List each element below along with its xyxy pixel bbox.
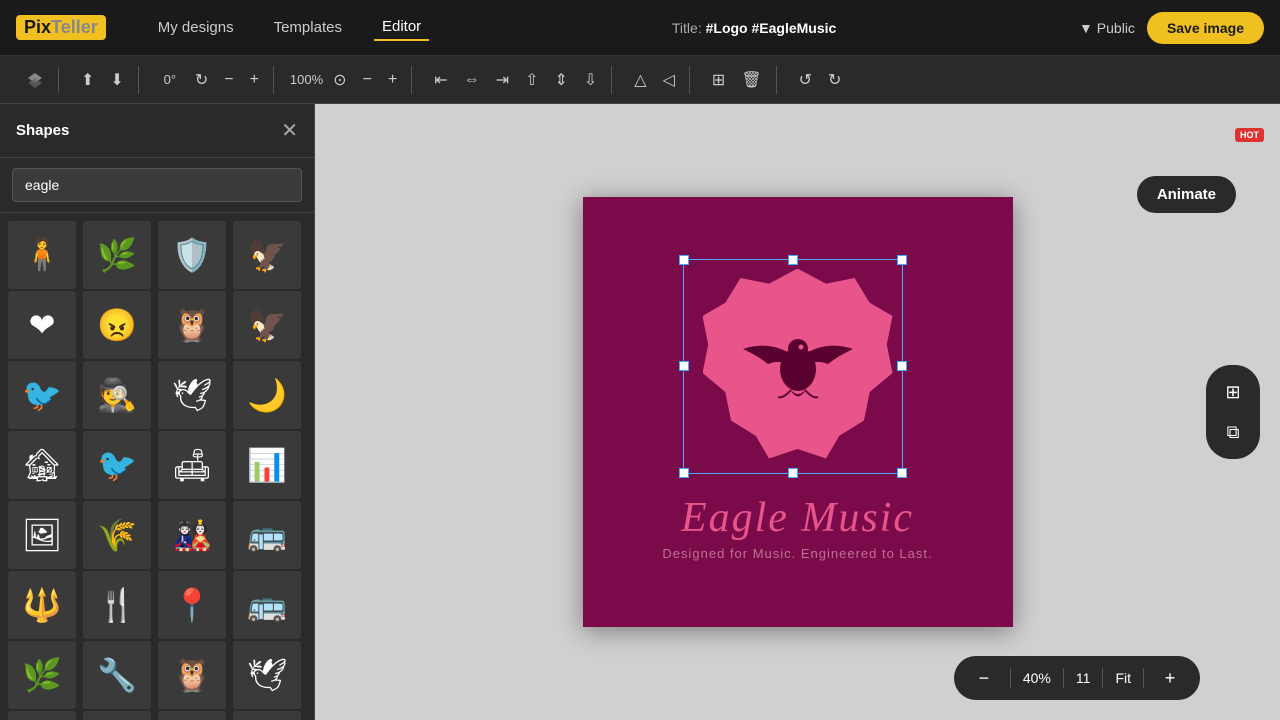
handle-bl[interactable] [679, 468, 689, 478]
shape-item-tool[interactable]: 🔧 [83, 641, 151, 709]
zoom-in-button[interactable]: + [1156, 664, 1184, 692]
canvas-title: Eagle Music [681, 494, 914, 542]
zoom-percent: 40% [1023, 670, 1051, 686]
shape-item-owl[interactable]: 🦉 [158, 641, 226, 709]
align-bottom-button[interactable]: ⇩ [578, 66, 603, 94]
canvas-subtitle: Designed for Music. Engineered to Last. [662, 546, 932, 561]
shape-item-person[interactable]: 🧍 [8, 221, 76, 289]
plus-rotate-button[interactable]: + [244, 67, 265, 93]
align-center-v-button[interactable]: ⇕ [548, 66, 573, 94]
align-left-button[interactable]: ⇤ [428, 66, 453, 94]
shape-item-branch[interactable]: 🌿 [8, 641, 76, 709]
zoom-out-button[interactable]: − [970, 664, 998, 692]
move-down-button[interactable]: ⬇ [104, 66, 129, 94]
handle-tr[interactable] [897, 255, 907, 265]
shape-item-bird-left[interactable]: 🕊 [233, 641, 301, 709]
shape-item-eagle-shield[interactable]: 🛡️ [158, 221, 226, 289]
selection-box [683, 259, 903, 474]
page-number: 11 [1076, 670, 1091, 686]
flip-h-button[interactable]: ◁ [657, 66, 681, 94]
hot-badge: HOT [1235, 128, 1264, 142]
shape-item-bottle[interactable]: 🏺 [83, 711, 151, 720]
shape-item-bus-front[interactable]: 🚌 [233, 501, 301, 569]
fit-label[interactable]: Fit [1115, 670, 1131, 686]
shape-item-fat-bird[interactable]: 🐦 [83, 431, 151, 499]
shape-item-bench[interactable]: 🛋 [158, 431, 226, 499]
public-button[interactable]: ▼ Public [1079, 20, 1135, 36]
shape-item-fork2[interactable]: 🍴 [83, 571, 151, 639]
minus-rotate-button[interactable]: − [218, 67, 239, 93]
nav-my-designs[interactable]: My designs [150, 15, 242, 40]
shape-item-owl-face[interactable]: 🦉 [158, 291, 226, 359]
layers-icon[interactable] [20, 67, 50, 93]
handle-tl[interactable] [679, 255, 689, 265]
shape-item-feather2[interactable]: 🌾 [83, 501, 151, 569]
add-frame-button[interactable]: ⊞ [706, 66, 731, 94]
shape-item-dove[interactable]: 🕊 [158, 361, 226, 429]
panel-title: Shapes [16, 122, 69, 139]
align-top-button[interactable]: ⇧ [519, 66, 544, 94]
shape-item-house[interactable]: 🏚 [8, 431, 76, 499]
handle-ml[interactable] [679, 361, 689, 371]
flip-v-button[interactable]: △ [628, 66, 652, 94]
rotate-button[interactable]: ↻ [189, 66, 214, 94]
animate-button[interactable]: Animate [1137, 176, 1236, 213]
search-input[interactable] [12, 168, 302, 202]
redo-button[interactable]: ↻ [822, 66, 847, 94]
align-right-button[interactable]: ⇥ [490, 66, 515, 94]
canvas: Eagle Music Designed for Music. Engineer… [583, 197, 1013, 627]
shape-item-bird-banner[interactable]: 🐦 [8, 361, 76, 429]
delete-button[interactable]: 🗑 [735, 66, 767, 94]
shape-item-resize-h[interactable]: ↔ [233, 711, 301, 720]
zoom-icon[interactable]: ⊙ [327, 66, 352, 94]
shape-item-fork[interactable]: 🔱 [8, 571, 76, 639]
shape-item-pin[interactable]: 📍 [158, 571, 226, 639]
shapes-grid: 🧍🌿🛡️🦅❤😠🦉🦅🐦🕵🕊🌙🏚🐦🛋📊🖼🌾🎎🚌🔱🍴📍🚌🌿🔧🦉🕊🦢🏺↕↔ [0, 213, 314, 720]
zoom-value: 100% [290, 72, 323, 87]
shape-item-eagle-spread[interactable]: 🦅 [233, 221, 301, 289]
handle-bc[interactable] [788, 468, 798, 478]
rotation-value: 0° [155, 72, 185, 87]
undo-button[interactable]: ↺ [793, 66, 818, 94]
align-center-h-button[interactable]: ⇔ [458, 67, 486, 93]
shape-item-night-owl[interactable]: 🌙 [233, 361, 301, 429]
move-up-button[interactable]: ⬆ [75, 66, 100, 94]
minus-zoom-button[interactable]: − [357, 67, 378, 93]
logo: PixTeller [16, 15, 114, 40]
nav-templates[interactable]: Templates [266, 15, 350, 40]
nav-editor[interactable]: Editor [374, 14, 429, 41]
shape-item-gingerbread[interactable]: 🎎 [158, 501, 226, 569]
copy-button[interactable]: ⧉ [1214, 413, 1252, 451]
close-panel-button[interactable]: ✕ [281, 118, 298, 143]
shape-item-wings[interactable]: 🦢 [8, 711, 76, 720]
shape-item-bus-side[interactable]: 🚌 [233, 571, 301, 639]
design-title: Title: #Logo #EagleMusic [453, 20, 1055, 36]
handle-tc[interactable] [788, 255, 798, 265]
shape-item-heart-eagle[interactable]: ❤ [8, 291, 76, 359]
zoom-bar: − 40% 11 Fit + [954, 656, 1200, 700]
plus-zoom-button[interactable]: + [382, 67, 403, 93]
shape-item-eagle-head[interactable]: 🦅 [233, 291, 301, 359]
shape-item-angry-bird[interactable]: 😠 [83, 291, 151, 359]
side-tools: ⊞ ⧉ [1206, 365, 1260, 459]
handle-br[interactable] [897, 468, 907, 478]
shape-item-feather[interactable]: 🌿 [83, 221, 151, 289]
handle-mr[interactable] [897, 361, 907, 371]
add-shape-button[interactable]: ⊞ [1214, 373, 1252, 411]
shape-item-cia-bird[interactable]: 🕵 [83, 361, 151, 429]
save-image-button[interactable]: Save image [1147, 12, 1264, 44]
shape-item-frame[interactable]: 🖼 [8, 501, 76, 569]
shape-item-resize-v[interactable]: ↕ [158, 711, 226, 720]
shape-item-stripes[interactable]: 📊 [233, 431, 301, 499]
